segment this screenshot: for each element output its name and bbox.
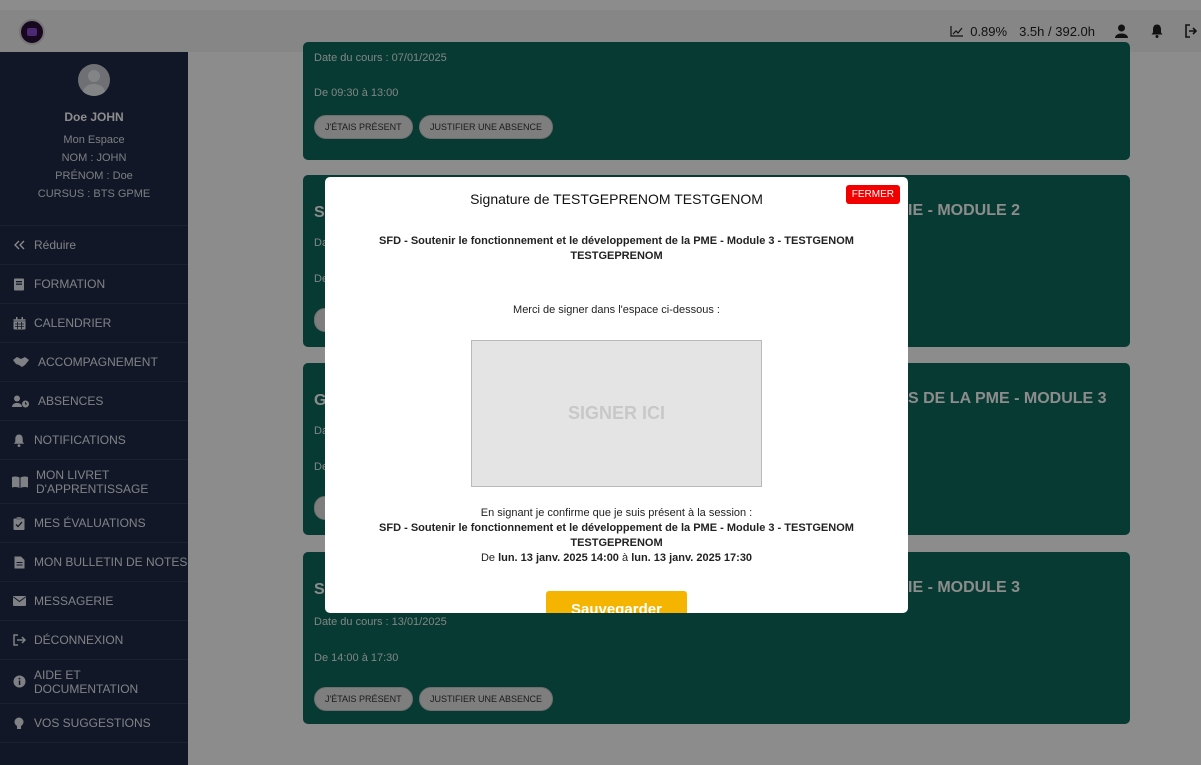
signature-pad[interactable]: SIGNER ICI [471, 340, 762, 487]
session-name-line: TESTGEPRENOM [570, 250, 663, 262]
signature-placeholder: SIGNER ICI [567, 403, 665, 423]
confirm-session-line: TESTGEPRENOM [570, 537, 663, 549]
confirm-dates: De lun. 13 janv. 2025 14:00 à lun. 13 ja… [355, 551, 878, 566]
confirmation-text: En signant je confirme que je suis prése… [355, 506, 878, 566]
save-button[interactable]: Sauvegarder [546, 591, 687, 613]
modal-title: Signature de TESTGEPRENOM TESTGENOM [470, 191, 763, 207]
sign-prompt: Merci de signer dans l'espace ci-dessous… [513, 304, 720, 316]
confirm-end: lun. 13 janv. 2025 17:30 [631, 552, 753, 564]
confirm-a: à [622, 552, 629, 564]
confirm-intro: En signant je confirme que je suis prése… [480, 507, 753, 519]
confirm-de: De [480, 552, 495, 564]
session-name: SFD - Soutenir le fonctionnement et le d… [355, 234, 878, 264]
signature-modal: Signature de TESTGEPRENOM TESTGENOM FERM… [325, 177, 908, 613]
confirm-start: lun. 13 janv. 2025 14:00 [498, 552, 619, 564]
close-button[interactable]: FERMER [845, 185, 900, 204]
confirm-session-line: SFD - Soutenir le fonctionnement et le d… [379, 522, 854, 534]
session-name-line: SFD - Soutenir le fonctionnement et le d… [379, 235, 854, 247]
